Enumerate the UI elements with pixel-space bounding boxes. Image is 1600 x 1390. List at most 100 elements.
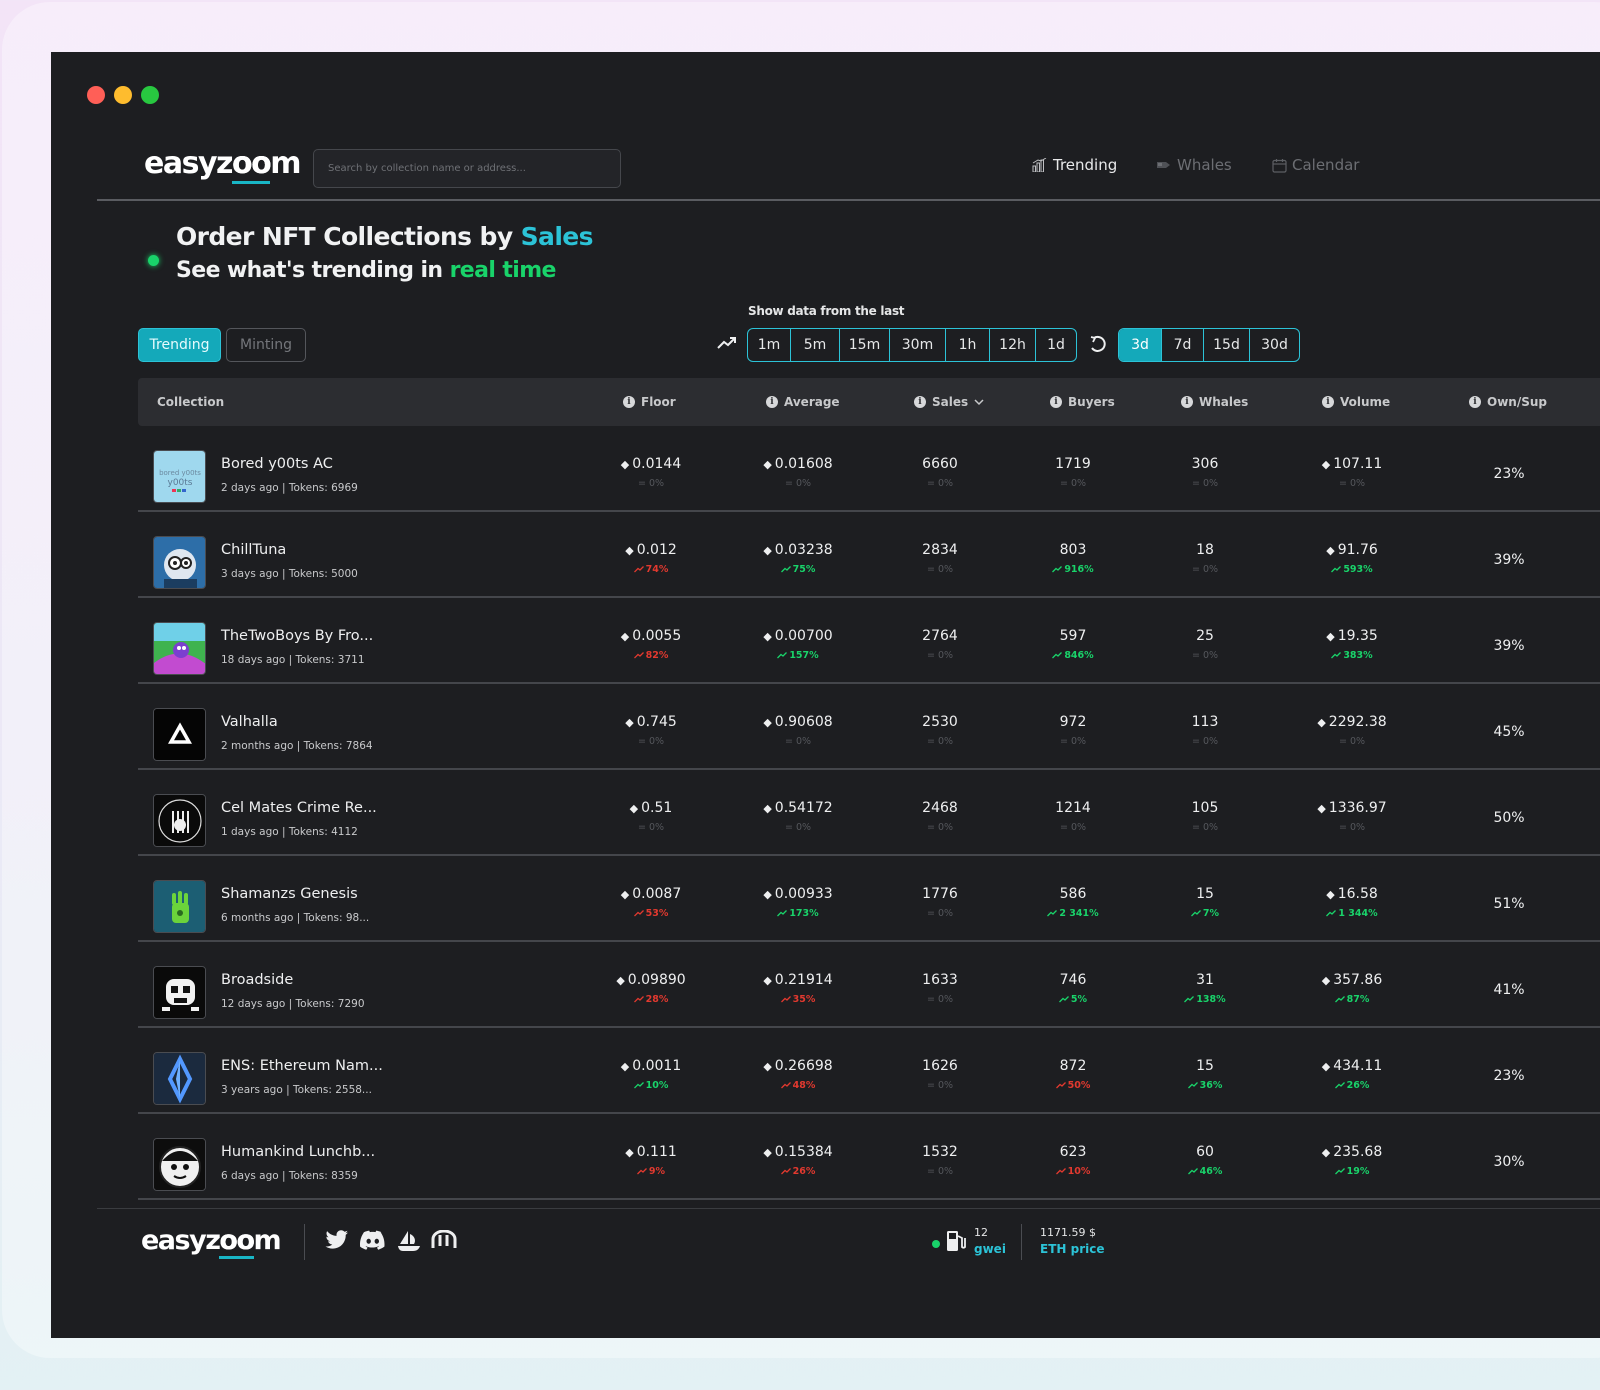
info-icon[interactable]: i [1469, 396, 1481, 408]
timeframe-30m-button[interactable]: 30m [890, 329, 946, 361]
sales-cell: 2468 = 0% [870, 800, 1010, 833]
info-icon[interactable]: i [914, 396, 926, 408]
info-icon[interactable]: i [1050, 396, 1062, 408]
collection-name[interactable]: Cel Mates Crime Re... [221, 800, 377, 816]
trend-down-icon [780, 1082, 791, 1089]
ethereum-icon: ◆ [1326, 544, 1335, 557]
column-buyers[interactable]: i Buyers [1050, 378, 1115, 426]
collection-name[interactable]: Shamanzs Genesis [221, 886, 358, 902]
maximize-window-button[interactable] [141, 86, 159, 104]
gas-unit: gwei [974, 1242, 1006, 1256]
buyers-change: 50% [1067, 1080, 1091, 1091]
minimize-window-button[interactable] [114, 86, 132, 104]
collection-name[interactable]: ENS: Ethereum Nam... [221, 1058, 383, 1074]
collection-thumbnail[interactable] [153, 794, 206, 847]
table-row[interactable]: Humankind Lunchb... 6 days ago | Tokens: … [138, 1114, 1600, 1200]
timeframe-1m-button[interactable]: 1m [748, 329, 791, 361]
collection-thumbnail[interactable] [153, 536, 206, 589]
timeframe-15m-button[interactable]: 15m [840, 329, 890, 361]
floor-value: 0.0011 [632, 1058, 682, 1074]
collection-thumbnail[interactable] [153, 708, 206, 761]
column-average[interactable]: i Average [766, 378, 840, 426]
floor-change: 28% [645, 994, 669, 1005]
collection-thumbnail[interactable]: bored y00ts y00ts [153, 450, 206, 503]
tab-minting[interactable]: Minting [226, 328, 306, 362]
table-row[interactable]: ChillTuna 3 days ago | Tokens: 5000 ◆ 0.012… [138, 512, 1600, 598]
collection-name[interactable]: Broadside [221, 972, 293, 988]
nav-trending[interactable]: Trending [1032, 156, 1117, 174]
volume-value: 19.35 [1337, 628, 1378, 644]
table-row[interactable]: Shamanzs Genesis 6 months ago | Tokens: 9… [138, 856, 1600, 942]
collection-thumbnail[interactable] [153, 966, 206, 1019]
timeframe-30d-button[interactable]: 30d [1250, 329, 1299, 361]
collection-name[interactable]: TheTwoBoys By Fro... [221, 628, 373, 644]
column-own-sup[interactable]: i Own/Sup [1469, 378, 1547, 426]
nav-whales[interactable]: Whales [1156, 156, 1232, 174]
opensea-icon[interactable] [397, 1230, 421, 1252]
trend-up-icon [1334, 1168, 1345, 1175]
tab-trending[interactable]: Trending [138, 328, 221, 362]
footer-logo[interactable]: easyzoom [141, 1225, 282, 1259]
footer-separator [304, 1224, 305, 1260]
ethereum-icon: ◆ [1321, 1146, 1331, 1159]
floor-value: 0.012 [636, 542, 677, 558]
collection-name[interactable]: Bored y00ts AC [221, 456, 333, 472]
twitter-icon[interactable] [325, 1230, 349, 1250]
collection-name[interactable]: Valhalla [221, 714, 278, 730]
buyers-cell: 586 2 341% [1003, 886, 1143, 919]
timeframe-1d-button[interactable]: 1d [1036, 329, 1076, 361]
floor-value: 0.0087 [632, 886, 682, 902]
trend-up-icon [777, 910, 788, 917]
average-value: 0.26698 [774, 1058, 833, 1074]
table-row[interactable]: bored y00ts y00ts Bored y00ts AC 2 days ago… [138, 426, 1600, 512]
timeframe-15d-button[interactable]: 15d [1204, 329, 1250, 361]
column-volume[interactable]: i Volume [1322, 378, 1390, 426]
ethereum-icon: ◆ [1321, 458, 1331, 471]
info-icon[interactable]: i [623, 396, 635, 408]
timeframe-1h-button[interactable]: 1h [946, 329, 990, 361]
eth-price-value: 1171.59 $ [1040, 1226, 1096, 1239]
volume-change: 19% [1346, 1166, 1370, 1177]
timeframe-7d-button[interactable]: 7d [1162, 329, 1204, 361]
column-floor[interactable]: i Floor [623, 378, 676, 426]
whales-change: 36% [1199, 1080, 1223, 1091]
refresh-icon[interactable] [1088, 334, 1108, 354]
ethereum-icon: ◆ [763, 630, 772, 643]
timeframe-5m-button[interactable]: 5m [791, 329, 840, 361]
page-title: Order NFT Collections by Sales [176, 222, 594, 251]
average-cell: ◆ 0.21914 35% [728, 972, 868, 1005]
info-icon[interactable]: i [1181, 396, 1193, 408]
trend-up-icon [1187, 1082, 1198, 1089]
column-sales[interactable]: i Sales [914, 378, 984, 426]
collection-thumbnail[interactable] [153, 622, 206, 675]
close-window-button[interactable] [87, 86, 105, 104]
trend-up-icon [777, 652, 788, 659]
info-icon[interactable]: i [1322, 396, 1334, 408]
header-logo[interactable]: easyzoom [144, 146, 301, 184]
collection-thumbnail[interactable] [153, 880, 206, 933]
whales-cell: 105 = 0% [1135, 800, 1275, 833]
trend-down-icon [780, 996, 791, 1003]
table-row[interactable]: Valhalla 2 months ago | Tokens: 7864 ◆ 0.74… [138, 684, 1600, 770]
table-row[interactable]: TheTwoBoys By Fro... 18 days ago | Tokens… [138, 598, 1600, 684]
nav-calendar[interactable]: Calendar [1272, 156, 1359, 174]
info-icon[interactable]: i [766, 396, 778, 408]
collection-meta: 3 years ago | Tokens: 2558... [221, 1084, 372, 1096]
timeframe-12h-button[interactable]: 12h [990, 329, 1036, 361]
table-row[interactable]: Cel Mates Crime Re... 1 days ago | Tokens… [138, 770, 1600, 856]
ethereum-icon: ◆ [620, 888, 630, 901]
timeframe-3d-button[interactable]: 3d [1119, 329, 1162, 361]
search-input[interactable] [313, 149, 621, 188]
column-whales[interactable]: i Whales [1181, 378, 1248, 426]
volume-value: 434.11 [1333, 1058, 1383, 1074]
collection-thumbnail[interactable] [153, 1052, 206, 1105]
table-row[interactable]: ENS: Ethereum Nam... 3 years ago | Tokens… [138, 1028, 1600, 1114]
magiceden-icon[interactable] [431, 1230, 457, 1250]
table-row[interactable]: Broadside 12 days ago | Tokens: 7290 ◆ 0.09… [138, 942, 1600, 1028]
floor-change: 9% [648, 1166, 666, 1177]
collection-name[interactable]: Humankind Lunchb... [221, 1144, 375, 1160]
column-collection[interactable]: Collection [157, 378, 224, 426]
discord-icon[interactable] [360, 1230, 386, 1250]
collection-name[interactable]: ChillTuna [221, 542, 286, 558]
collection-thumbnail[interactable] [153, 1138, 206, 1191]
